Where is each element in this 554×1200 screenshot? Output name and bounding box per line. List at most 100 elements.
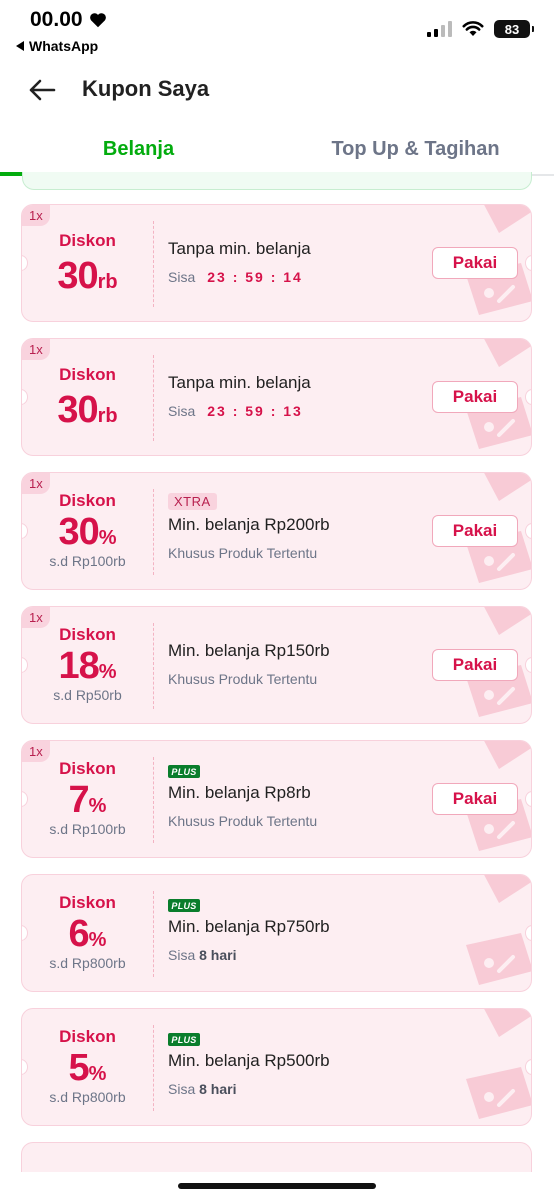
coupon-card[interactable]: Diskon 5% s.d Rp800rb PLUS Min. belanja Rp50… — [21, 1008, 532, 1126]
use-coupon-button[interactable]: Pakai — [432, 783, 518, 815]
dashed-divider — [153, 355, 154, 441]
discount-label: Diskon — [59, 893, 116, 912]
coupon-title: Tanpa min. belanja — [168, 373, 311, 392]
discount-block: Diskon 30% s.d Rp100rb — [22, 473, 153, 589]
ticket-notch — [525, 1059, 531, 1075]
use-coupon-button[interactable]: Pakai — [432, 247, 518, 279]
discount-value: 6% — [22, 913, 153, 956]
discount-unit: rb — [97, 271, 118, 293]
coupon-title: Min. belanja Rp200rb — [168, 515, 330, 534]
discount-amount: 18 — [58, 645, 99, 687]
discount-amount: 30 — [58, 511, 99, 553]
discount-amount: 5 — [68, 1047, 90, 1089]
dashed-divider — [153, 757, 154, 843]
coupon-title: Min. belanja Rp8rb — [168, 783, 311, 802]
ticket-notch — [525, 791, 531, 807]
discount-value: 30% — [22, 511, 153, 554]
discount-block: Diskon 18% s.d Rp50rb — [22, 607, 153, 723]
discount-label: Diskon — [59, 625, 116, 644]
remaining-days: 8 hari — [199, 1081, 237, 1097]
discount-block: Diskon 6% s.d Rp800rb — [22, 875, 153, 991]
subtitle-text: Khusus Produk Tertentu — [168, 545, 318, 561]
discount-value: 7% — [22, 779, 153, 822]
discount-value: 30rb — [22, 255, 153, 298]
dashed-divider — [153, 489, 154, 575]
subtitle-text: Sisa — [168, 1081, 196, 1097]
discount-cap: s.d Rp100rb — [49, 553, 126, 569]
coupon-title: Min. belanja Rp750rb — [168, 917, 330, 936]
coupon-title: Min. belanja Rp150rb — [168, 641, 330, 660]
subtitle-text: Khusus Produk Tertentu — [168, 813, 318, 829]
discount-label: Diskon — [59, 365, 116, 384]
coupon-details: Tanpa min. belanja Sisa 23 : 59 : 14 — [168, 205, 428, 321]
countdown-timer: 23 : 59 : 13 — [207, 403, 303, 419]
discount-cap: s.d Rp100rb — [49, 821, 126, 837]
dashed-divider — [153, 1025, 154, 1111]
remaining-days: 8 hari — [199, 947, 237, 963]
dashed-divider — [153, 623, 154, 709]
discount-unit: % — [88, 929, 107, 951]
discount-label: Diskon — [59, 491, 116, 510]
subtitle-text: Sisa — [168, 403, 196, 419]
coupon-card[interactable]: Diskon 6% s.d Rp800rb PLUS Min. belanja Rp75… — [21, 874, 532, 992]
coupon-subtitle: Khusus Produk Tertentu — [168, 545, 317, 561]
discount-unit: % — [88, 795, 107, 817]
subtitle-text: Sisa — [168, 269, 196, 285]
coupon-subtitle: Sisa 23 : 59 : 14 — [168, 269, 303, 285]
discount-amount: 30 — [57, 255, 98, 297]
use-coupon-button[interactable]: Pakai — [432, 515, 518, 547]
coupon-card[interactable]: 1x Diskon 7% s.d Rp100rb PLUS Min. belanja Rp… — [21, 740, 532, 858]
coupon-list: 1x Diskon 30rb Tanpa min. belanja Sisa 23 : 5… — [0, 0, 554, 1200]
ticket-decoration-icon — [466, 875, 531, 985]
coupon-details: PLUS Min. belanja Rp8rb Khusus Produk Tert… — [168, 741, 428, 857]
discount-unit: % — [88, 1063, 107, 1085]
coupon-subtitle: Khusus Produk Tertentu — [168, 813, 317, 829]
plus-badge: PLUS — [168, 899, 200, 912]
discount-amount: 30 — [57, 389, 98, 431]
dashed-divider — [153, 221, 154, 307]
discount-label: Diskon — [59, 1027, 116, 1046]
coupon-details: Tanpa min. belanja Sisa 23 : 59 : 13 — [168, 339, 428, 455]
dashed-divider — [153, 891, 154, 977]
countdown-timer: 23 : 59 : 14 — [207, 269, 303, 285]
discount-value: 18% — [22, 645, 153, 688]
ticket-notch — [525, 255, 531, 271]
discount-block: Diskon 30rb — [22, 339, 153, 455]
coupon-title: Min. belanja Rp500rb — [168, 1051, 330, 1070]
next-coupon-peek — [21, 1142, 532, 1172]
discount-cap: s.d Rp800rb — [49, 1089, 126, 1105]
discount-block: Diskon 30rb — [22, 205, 153, 321]
discount-amount: 6 — [68, 913, 90, 955]
discount-block: Diskon 7% s.d Rp100rb — [22, 741, 153, 857]
ticket-decoration-icon — [466, 1009, 531, 1119]
ticket-notch — [525, 523, 531, 539]
discount-cap: s.d Rp50rb — [53, 687, 122, 703]
coupon-card[interactable]: 1x Diskon 18% s.d Rp50rb Min. belanja Rp150r… — [21, 606, 532, 724]
coupon-details: PLUS Min. belanja Rp500rb Sisa 8 hari — [168, 1009, 428, 1125]
coupon-details: PLUS Min. belanja Rp750rb Sisa 8 hari — [168, 875, 428, 991]
discount-unit: % — [98, 661, 117, 683]
coupon-card[interactable]: 1x Diskon 30rb Tanpa min. belanja Sisa 23 : 5… — [21, 204, 532, 322]
coupon-title: Tanpa min. belanja — [168, 239, 311, 258]
coupon-details: Min. belanja Rp150rb Khusus Produk Terten… — [168, 607, 428, 723]
use-coupon-button[interactable]: Pakai — [432, 381, 518, 413]
subtitle-text: Khusus Produk Tertentu — [168, 671, 318, 687]
discount-value: 5% — [22, 1047, 153, 1090]
ticket-notch — [525, 389, 531, 405]
coupon-subtitle: Sisa 8 hari — [168, 947, 236, 963]
coupon-subtitle: Sisa 8 hari — [168, 1081, 236, 1097]
coupon-subtitle: Khusus Produk Tertentu — [168, 671, 317, 687]
coupon-card[interactable]: 1x Diskon 30% s.d Rp100rb XTRA Min. belanja R… — [21, 472, 532, 590]
ticket-notch — [525, 925, 531, 941]
ticket-notch — [525, 657, 531, 673]
discount-cap: s.d Rp800rb — [49, 955, 126, 971]
plus-badge: PLUS — [168, 765, 200, 778]
coupon-subtitle: Sisa 23 : 59 : 13 — [168, 403, 303, 419]
coupon-card[interactable]: 1x Diskon 30rb Tanpa min. belanja Sisa 23 : 5… — [21, 338, 532, 456]
plus-badge: PLUS — [168, 1033, 200, 1046]
use-coupon-button[interactable]: Pakai — [432, 649, 518, 681]
discount-value: 30rb — [22, 389, 153, 432]
discount-unit: rb — [97, 405, 118, 427]
discount-amount: 7 — [68, 779, 90, 821]
home-indicator[interactable] — [178, 1183, 376, 1189]
